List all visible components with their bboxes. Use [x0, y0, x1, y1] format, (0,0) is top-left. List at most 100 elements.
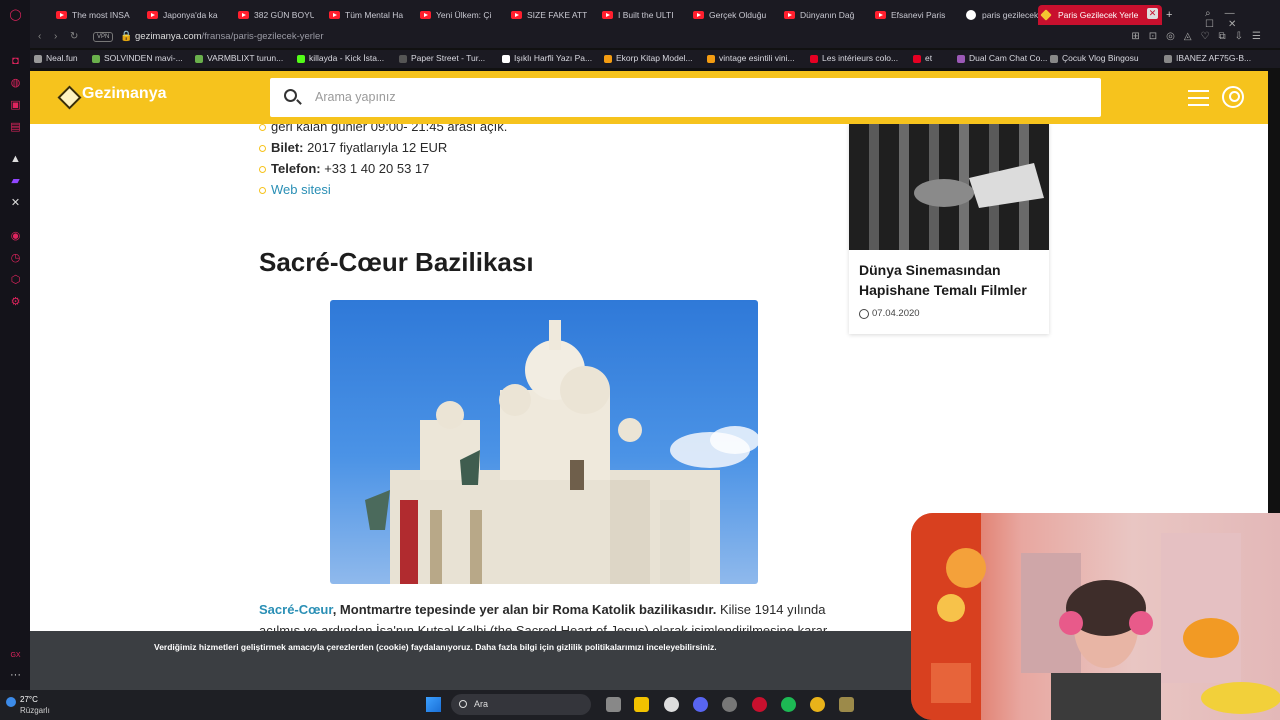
browser-tab[interactable]: Tüm Mental Ha: [325, 5, 405, 25]
browser-tab[interactable]: Efsanevi Paris: [871, 5, 951, 25]
bookmark-item[interactable]: Ekorp Kitap Model...: [604, 53, 693, 63]
bookmark-item[interactable]: Işıklı Harfli Yazı Pa...: [502, 53, 592, 63]
new-tab-icon[interactable]: +: [1166, 9, 1172, 21]
youtube-favicon-icon: [875, 11, 886, 19]
streamer-webcam-illustration: [911, 513, 1280, 720]
related-post-date: 07.04.2020: [859, 308, 920, 319]
sacre-coeur-photo: [330, 300, 758, 584]
browser-tab[interactable]: SIZE FAKE ATT: [507, 5, 587, 25]
app-icon[interactable]: [722, 697, 737, 712]
sidebar-player-icon[interactable]: ◉: [9, 230, 22, 243]
address-bar: ‹ › ↻ VPN 🔒 gezimanya.com/fransa/paris-g…: [30, 28, 1280, 48]
file-explorer-icon[interactable]: [634, 697, 649, 712]
youtube-favicon-icon: [511, 11, 522, 19]
url-field[interactable]: gezimanya.com/fransa/paris-gezilecek-yer…: [135, 31, 324, 42]
browser-tab[interactable]: paris gezilecek: [962, 5, 1042, 25]
lock-icon[interactable]: 🔒: [120, 31, 132, 42]
task-view-icon[interactable]: [606, 697, 621, 712]
weather-widget[interactable]: 27°C Rüzgarlı: [20, 694, 50, 716]
vpn-badge[interactable]: VPN: [93, 32, 114, 42]
sidebar-gx-icon[interactable]: GX: [9, 649, 22, 662]
browser-tab[interactable]: I Built the ULTI: [598, 5, 678, 25]
website-item: Web sitesi: [259, 179, 834, 200]
tab-label: Gerçek Olduğu: [709, 10, 767, 20]
sacre-coeur-link[interactable]: Sacré-Cœur: [259, 602, 333, 617]
section-heading: Sacré-Cœur Bazilikası: [259, 247, 534, 277]
sidebar-kick-icon[interactable]: ▲: [9, 153, 22, 166]
obs-icon[interactable]: [664, 697, 679, 712]
tab-label: Japonya'da ka: [163, 10, 218, 20]
youtube-favicon-icon: [329, 11, 340, 19]
bookmark-item[interactable]: Dual Cam Chat Co...: [957, 53, 1047, 63]
search-icon[interactable]: [284, 89, 297, 102]
sidebar-settings-icon[interactable]: ⚙: [9, 296, 22, 309]
para-bold-text: , Montmartre tepesinde yer alan bir Roma…: [332, 602, 717, 617]
spotify-icon[interactable]: [781, 697, 796, 712]
bookmark-item[interactable]: vintage esintili vini...: [707, 53, 795, 63]
sidebar-bag-icon[interactable]: ◘: [9, 55, 22, 68]
taskbar-search[interactable]: Ara: [451, 694, 591, 715]
bookmark-item[interactable]: SOLVINDEN mavi-...: [92, 53, 183, 63]
chrome-icon[interactable]: [810, 697, 825, 712]
reload-icon[interactable]: ↻: [70, 31, 78, 42]
youtube-favicon-icon: [784, 11, 795, 19]
search-input[interactable]: [315, 87, 1015, 107]
browser-tab[interactable]: Paris Gezilecek Yerle: [1038, 5, 1162, 25]
related-post-card[interactable]: Dünya Sinemasından Hapishane Temalı Film…: [849, 123, 1049, 334]
site-logo[interactable]: Gezimanya: [58, 85, 166, 103]
website-link[interactable]: Web sitesi: [271, 182, 331, 197]
basilica-illustration: [365, 320, 758, 584]
sidebar-x-icon[interactable]: ✕: [9, 197, 22, 210]
bookmark-item[interactable]: et: [913, 53, 932, 63]
tab-overview-icon[interactable]: ▭: [33, 5, 53, 25]
related-post-title[interactable]: Dünya Sinemasından Hapishane Temalı Film…: [859, 260, 1039, 300]
close-tab-icon[interactable]: ✕: [1147, 8, 1158, 19]
ticket-item: Bilet: 2017 fiyatlarıyla 12 EUR: [259, 137, 834, 158]
phone-item: Telefon: +33 1 40 20 53 17: [259, 158, 834, 179]
sidebar-clock-icon[interactable]: ◷: [9, 252, 22, 265]
opera-gx-icon[interactable]: [752, 697, 767, 712]
bookmarks-bar: Neal.fun SOLVINDEN mavi-... VARMBLIXT turu…: [30, 50, 1280, 68]
window-controls[interactable]: ⌕—☐✕: [1205, 8, 1280, 30]
browser-tab[interactable]: Japonya'da ka: [143, 5, 223, 25]
bookmark-item[interactable]: Çocuk Vlog Bingosu: [1050, 53, 1139, 63]
browser-tab[interactable]: Yeni Ülkem: Çi: [416, 5, 496, 25]
address-actions[interactable]: ⊞⊡◎◬♡⧉⇩☰: [1131, 31, 1270, 42]
phone-label: Telefon:: [271, 161, 321, 176]
sidebar-messenger-icon[interactable]: ◍: [9, 77, 22, 90]
sidebar-tv-icon[interactable]: ▣: [9, 99, 22, 112]
bookmark-item[interactable]: Les intérieurs colo...: [810, 53, 898, 63]
ticket-value: 2017 fiyatlarıyla 12 EUR: [303, 140, 448, 155]
sidebar-more-icon[interactable]: ···: [9, 669, 22, 682]
sidebar-flow-icon[interactable]: ⬡: [9, 274, 22, 287]
bookmark-item[interactable]: Neal.fun: [34, 53, 78, 63]
browser-tab[interactable]: Gerçek Olduğu: [689, 5, 769, 25]
bookmark-item[interactable]: IBANEZ AF75G-B...: [1164, 53, 1251, 63]
tab-label: Tüm Mental Ha: [345, 10, 404, 20]
tab-label: Dünyanın Dağ: [800, 10, 855, 20]
start-icon[interactable]: [426, 697, 441, 712]
taskbar-search-label: Ara: [474, 699, 489, 709]
browser-tab[interactable]: Dünyanın Dağ: [780, 5, 860, 25]
back-icon[interactable]: ‹: [38, 31, 41, 42]
menu-icon[interactable]: [1188, 90, 1209, 106]
bookmark-item[interactable]: killayda - Kick İsta...: [297, 53, 384, 63]
bookmark-item[interactable]: VARMBLIXT turun...: [195, 53, 283, 63]
discord-icon[interactable]: [693, 697, 708, 712]
browser-tab[interactable]: The most INSA: [52, 5, 132, 25]
sidebar-twitch-icon[interactable]: ▰: [9, 175, 22, 188]
user-icon[interactable]: [1222, 86, 1244, 108]
cookie-text: Verdiğimiz hizmetleri geliştirmek amacıy…: [154, 642, 717, 652]
weather-icon[interactable]: [6, 697, 16, 707]
forward-icon[interactable]: ›: [54, 31, 57, 42]
site-header: Gezimanya: [30, 71, 1268, 124]
ticket-label: Bilet:: [271, 140, 304, 155]
league-icon[interactable]: [839, 697, 854, 712]
sidebar-m-icon[interactable]: ▤: [9, 121, 22, 134]
screen: ◯ ◘ ◍ ▣ ▤ ▲ ▰ ✕ ◉ ◷ ⬡ ⚙ GX ··· ▭ The mos…: [0, 0, 1280, 720]
youtube-favicon-icon: [420, 11, 431, 19]
opera-logo-icon[interactable]: ◯: [9, 9, 22, 22]
bookmark-item[interactable]: Paper Street - Tur...: [399, 53, 485, 63]
browser-tab[interactable]: 382 GÜN BOYU: [234, 5, 314, 25]
google-favicon-icon: [966, 10, 976, 20]
